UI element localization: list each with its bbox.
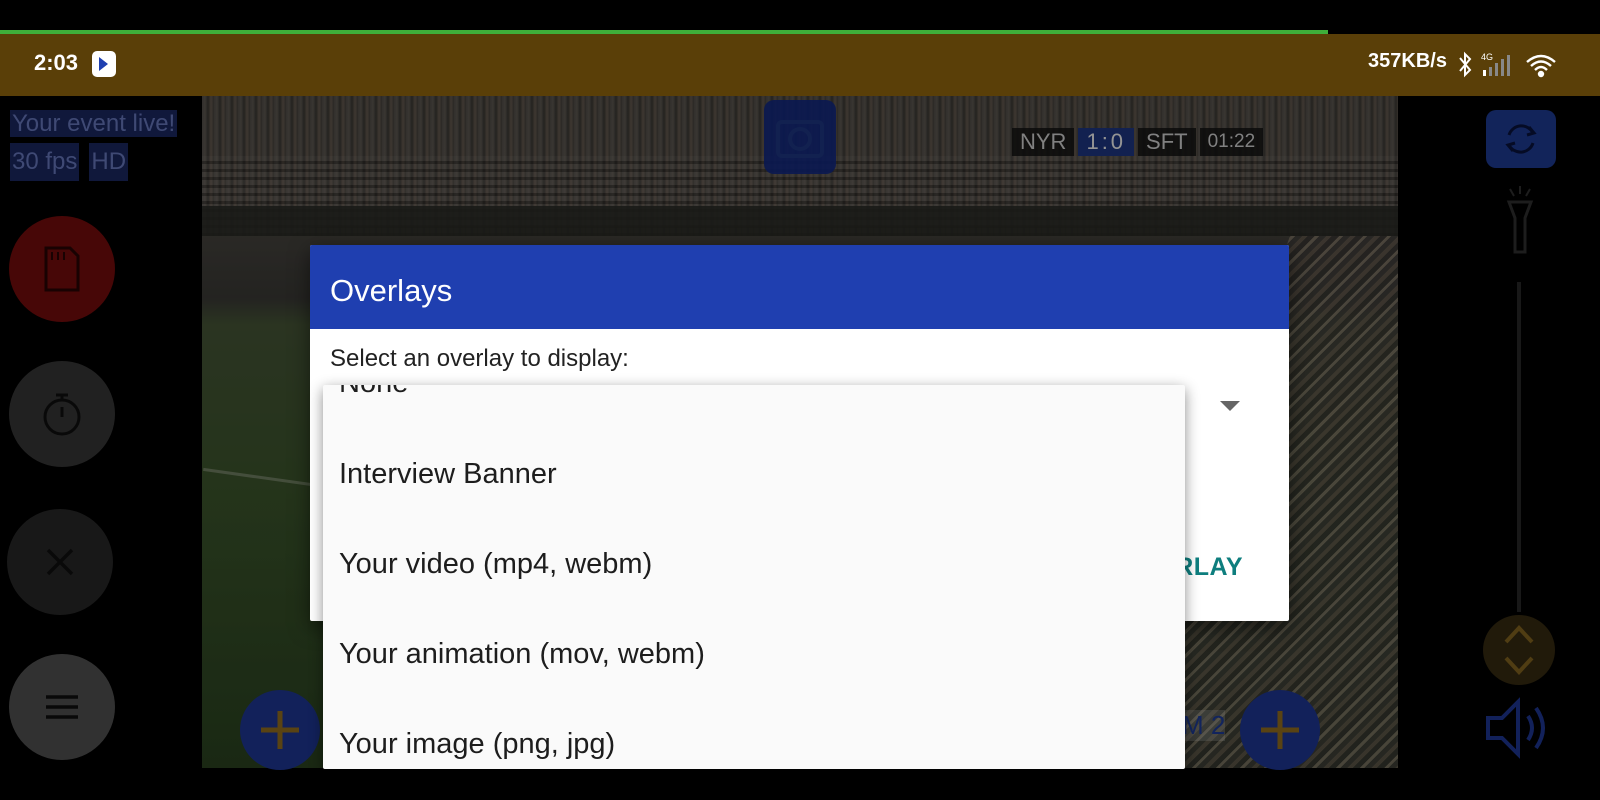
- plus-icon: [261, 711, 299, 749]
- zoom-slider-handle[interactable]: [1483, 615, 1555, 685]
- switch-camera-button[interactable]: [1486, 110, 1556, 168]
- app-screen: 2:03 357KB/s 4G NYR 1:0 SFT 01:22 Your e…: [0, 0, 1600, 800]
- status-time: 2:03: [34, 50, 79, 75]
- app-icon: [92, 51, 116, 77]
- dialog-prompt: Select an overlay to display:: [330, 345, 629, 372]
- add-left-button[interactable]: [240, 690, 320, 770]
- away-team: SFT: [1138, 128, 1196, 156]
- chevron-up-down-icon: [1504, 625, 1534, 675]
- plus-icon: [1261, 711, 1299, 749]
- event-live-label: Your event live!: [10, 110, 178, 137]
- stream-label: M 2: [1182, 710, 1226, 741]
- network-speed: 357KB/s: [1368, 50, 1447, 72]
- status-bar: 2:03 357KB/s 4G: [0, 34, 1600, 96]
- scoreboard-overlay: NYR 1:0 SFT 01:22: [1012, 128, 1267, 156]
- signal-icon: 4G: [1481, 52, 1510, 76]
- close-icon: [46, 548, 74, 576]
- stopwatch-icon: [43, 393, 81, 436]
- bluetooth-icon: [1459, 51, 1472, 78]
- close-button[interactable]: [7, 509, 113, 615]
- menu-icon: [46, 695, 78, 719]
- dropdown-option-your-video[interactable]: Your video (mp4, webm): [339, 548, 652, 581]
- home-team: NYR: [1012, 128, 1075, 156]
- add-overlay-button[interactable]: RLAY: [1175, 553, 1243, 582]
- status-icons: 4G: [1459, 51, 1556, 78]
- zoom-slider-track[interactable]: [1517, 282, 1521, 612]
- game-clock: 01:22: [1199, 128, 1264, 156]
- dropdown-arrow-icon[interactable]: [1220, 401, 1240, 411]
- switch-camera-icon: [1505, 124, 1537, 154]
- add-right-button[interactable]: [1240, 690, 1320, 770]
- sd-record-button[interactable]: [9, 216, 115, 322]
- dropdown-option-none[interactable]: None: [339, 385, 408, 400]
- volume-icon[interactable]: [1484, 696, 1554, 760]
- dialog-title: Overlays: [310, 245, 1289, 329]
- flashlight-icon[interactable]: [1505, 186, 1535, 256]
- dropdown-option-interview-banner[interactable]: Interview Banner: [339, 458, 557, 491]
- event-status-text: Your event live! 30 fps HD: [10, 105, 178, 181]
- overlay-dropdown-list[interactable]: None Interview Banner Your video (mp4, w…: [323, 385, 1185, 769]
- score: 1:0: [1078, 128, 1135, 156]
- sd-card-icon: [44, 246, 80, 292]
- dropdown-option-your-image[interactable]: Your image (png, jpg): [339, 728, 615, 761]
- dropdown-option-your-animation[interactable]: Your animation (mov, webm): [339, 638, 705, 671]
- menu-button[interactable]: [9, 654, 115, 760]
- snapshot-camera-icon[interactable]: [764, 100, 836, 174]
- quality-label: HD: [89, 143, 129, 181]
- advertising-boards: [202, 206, 1398, 236]
- timer-button[interactable]: [9, 361, 115, 467]
- fps-label: 30 fps: [10, 143, 80, 181]
- signal-label: 4G: [1481, 52, 1493, 62]
- wifi-icon: [1526, 54, 1556, 78]
